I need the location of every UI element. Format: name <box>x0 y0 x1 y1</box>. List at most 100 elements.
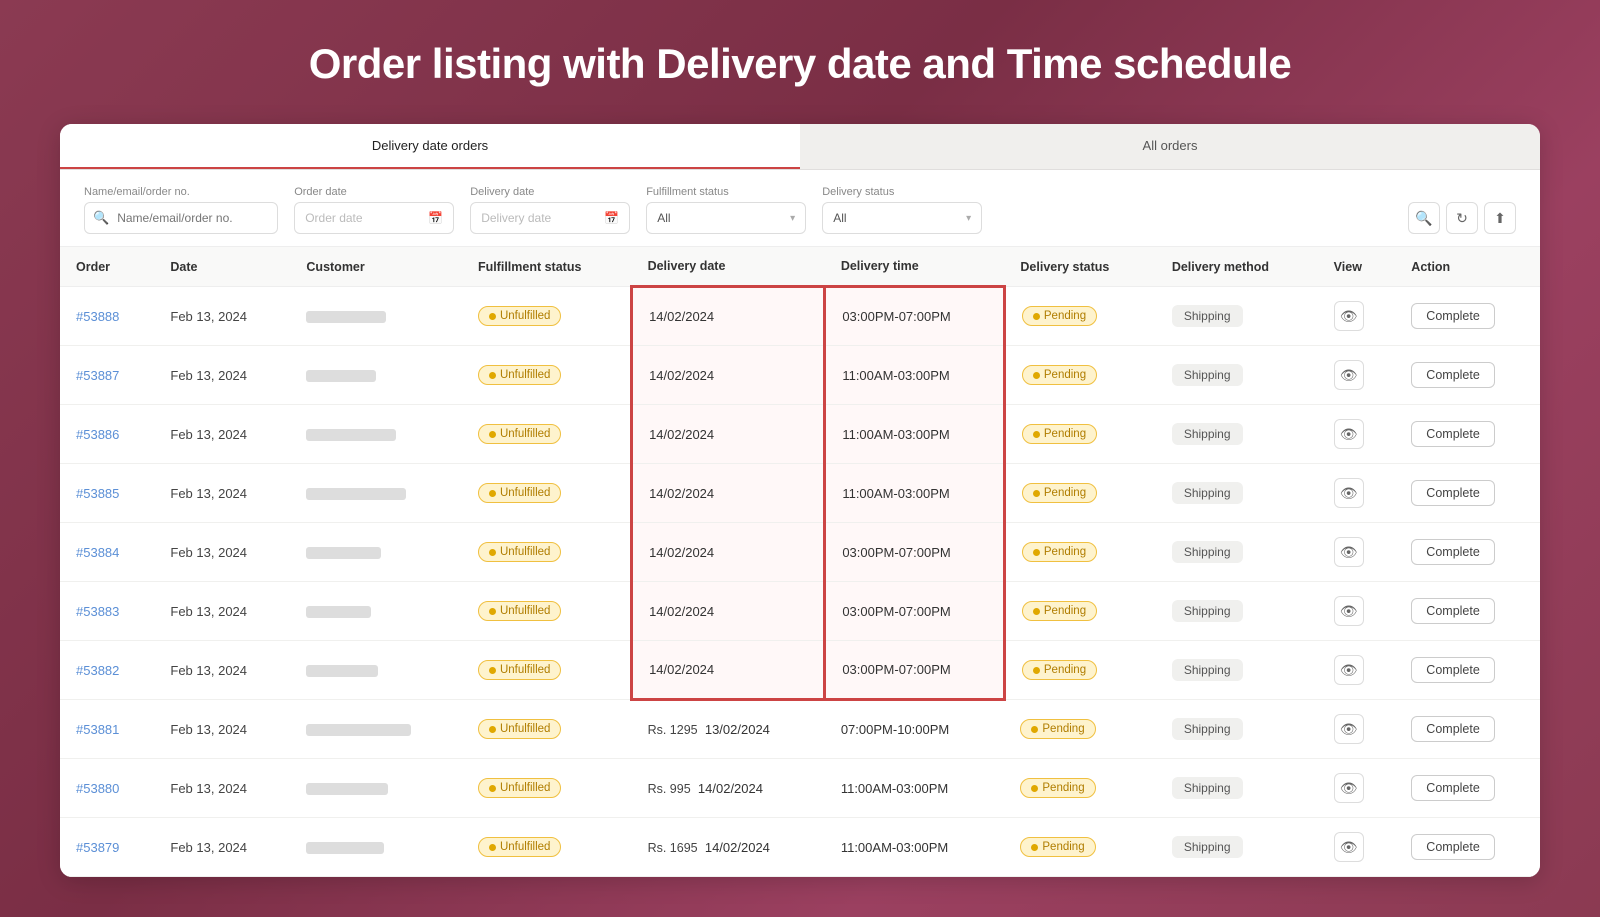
complete-button[interactable]: Complete <box>1411 716 1495 742</box>
col-order: Order <box>60 247 154 287</box>
fulfillment-badge: Unfulfilled <box>478 601 562 621</box>
view-button[interactable]: 👁 <box>1334 655 1364 685</box>
order-link[interactable]: #53887 <box>76 368 119 383</box>
action-cell: Complete <box>1395 405 1540 464</box>
view-cell: 👁 <box>1318 641 1396 700</box>
delivery-time-cell: 07:00PM-10:00PM <box>825 700 1005 759</box>
action-cell: Complete <box>1395 759 1540 818</box>
customer-name <box>290 346 462 405</box>
filter-name-input-wrap: 🔍 <box>84 202 278 234</box>
customer-blur <box>306 429 396 441</box>
status-dot <box>1033 313 1040 320</box>
status-dot <box>1031 844 1038 851</box>
complete-button[interactable]: Complete <box>1411 775 1495 801</box>
order-date-picker[interactable]: Order date 📅 <box>294 202 454 234</box>
table-row: #53880Feb 13, 2024UnfulfilledRs. 995 14/… <box>60 759 1540 818</box>
delivery-time-value: 11:00AM-03:00PM <box>842 427 949 442</box>
delivery-status-badge: Pending <box>1022 483 1097 503</box>
delivery-date-cell: Rs. 1295 13/02/2024 <box>632 700 825 759</box>
fulfillment-status: Unfulfilled <box>462 287 632 346</box>
order-link[interactable]: #53879 <box>76 840 119 855</box>
filter-name-label: Name/email/order no. <box>84 186 278 198</box>
view-cell: 👁 <box>1318 405 1396 464</box>
delivery-status-cell: Pending <box>1004 405 1155 464</box>
delivery-date-value: 14/02/2024 <box>649 309 714 324</box>
calendar-icon: 📅 <box>428 211 443 225</box>
view-cell: 👁 <box>1318 346 1396 405</box>
view-button[interactable]: 👁 <box>1334 478 1364 508</box>
complete-button[interactable]: Complete <box>1411 539 1495 565</box>
search-button[interactable]: 🔍 <box>1408 202 1440 234</box>
col-date: Date <box>154 247 290 287</box>
delivery-time-cell: 03:00PM-07:00PM <box>825 287 1005 346</box>
complete-button[interactable]: Complete <box>1411 303 1495 329</box>
order-link[interactable]: #53884 <box>76 545 119 560</box>
order-date: Feb 13, 2024 <box>154 405 290 464</box>
delivery-date-cell: 14/02/2024 <box>632 523 825 582</box>
refresh-button[interactable]: ↻ <box>1446 202 1478 234</box>
view-button[interactable]: 👁 <box>1334 832 1364 862</box>
table-row: #53884Feb 13, 2024Unfulfilled14/02/20240… <box>60 523 1540 582</box>
order-link[interactable]: #53880 <box>76 781 119 796</box>
delivery-date-placeholder: Delivery date <box>481 211 598 225</box>
order-link[interactable]: #53881 <box>76 722 119 737</box>
complete-button[interactable]: Complete <box>1411 598 1495 624</box>
action-cell: Complete <box>1395 523 1540 582</box>
fulfillment-badge: Unfulfilled <box>478 778 562 798</box>
badge-dot <box>489 549 496 556</box>
action-cell: Complete <box>1395 464 1540 523</box>
col-delivery-status: Delivery status <box>1004 247 1155 287</box>
view-button[interactable]: 👁 <box>1334 596 1364 626</box>
view-button[interactable]: 👁 <box>1334 773 1364 803</box>
delivery-status-cell: Pending <box>1004 464 1155 523</box>
name-email-input[interactable] <box>117 211 277 225</box>
delivery-status-select[interactable]: All Pending Complete <box>833 211 960 225</box>
action-cell: Complete <box>1395 818 1540 877</box>
view-cell: 👁 <box>1318 464 1396 523</box>
fulfillment-select[interactable]: All Fulfilled Unfulfilled <box>657 211 784 225</box>
order-link[interactable]: #53885 <box>76 486 119 501</box>
view-button[interactable]: 👁 <box>1334 419 1364 449</box>
fulfillment-status: Unfulfilled <box>462 582 632 641</box>
delivery-time-value: 03:00PM-07:00PM <box>842 309 950 324</box>
customer-blur <box>306 842 384 854</box>
customer-blur <box>306 547 381 559</box>
badge-dot <box>489 490 496 497</box>
tab-all-orders[interactable]: All orders <box>800 124 1540 169</box>
delivery-status-badge: Pending <box>1020 778 1095 798</box>
badge-dot <box>489 785 496 792</box>
view-button[interactable]: 👁 <box>1334 360 1364 390</box>
status-dot <box>1031 726 1038 733</box>
complete-button[interactable]: Complete <box>1411 834 1495 860</box>
delivery-time-value: 11:00AM-03:00PM <box>841 781 948 796</box>
page-title: Order listing with Delivery date and Tim… <box>60 40 1540 88</box>
order-id: #53888 <box>60 287 154 346</box>
order-link[interactable]: #53886 <box>76 427 119 442</box>
order-link[interactable]: #53882 <box>76 663 119 678</box>
order-link[interactable]: #53888 <box>76 309 119 324</box>
view-button[interactable]: 👁 <box>1334 537 1364 567</box>
filters-row: Name/email/order no. 🔍 Order date Order … <box>60 170 1540 247</box>
delivery-date-picker[interactable]: Delivery date 📅 <box>470 202 630 234</box>
export-button[interactable]: ⬆ <box>1484 202 1516 234</box>
table-row: #53879Feb 13, 2024UnfulfilledRs. 1695 14… <box>60 818 1540 877</box>
order-link[interactable]: #53883 <box>76 604 119 619</box>
customer-blur <box>306 370 376 382</box>
tab-delivery-date-orders[interactable]: Delivery date orders <box>60 124 800 169</box>
delivery-method-badge: Shipping <box>1172 541 1243 563</box>
table-row: #53888Feb 13, 2024Unfulfilled14/02/20240… <box>60 287 1540 346</box>
delivery-date-value: 14/02/2024 <box>705 840 770 855</box>
view-button[interactable]: 👁 <box>1334 301 1364 331</box>
delivery-method-badge: Shipping <box>1172 777 1243 799</box>
view-button[interactable]: 👁 <box>1334 714 1364 744</box>
delivery-method-badge: Shipping <box>1172 836 1243 858</box>
complete-button[interactable]: Complete <box>1411 362 1495 388</box>
table-row: #53881Feb 13, 2024UnfulfilledRs. 1295 13… <box>60 700 1540 759</box>
complete-button[interactable]: Complete <box>1411 421 1495 447</box>
delivery-status-badge: Pending <box>1022 601 1097 621</box>
main-panel: Delivery date orders All orders Name/ema… <box>60 124 1540 877</box>
filter-delivery-status-label: Delivery status <box>822 186 982 198</box>
complete-button[interactable]: Complete <box>1411 480 1495 506</box>
customer-name <box>290 759 462 818</box>
complete-button[interactable]: Complete <box>1411 657 1495 683</box>
